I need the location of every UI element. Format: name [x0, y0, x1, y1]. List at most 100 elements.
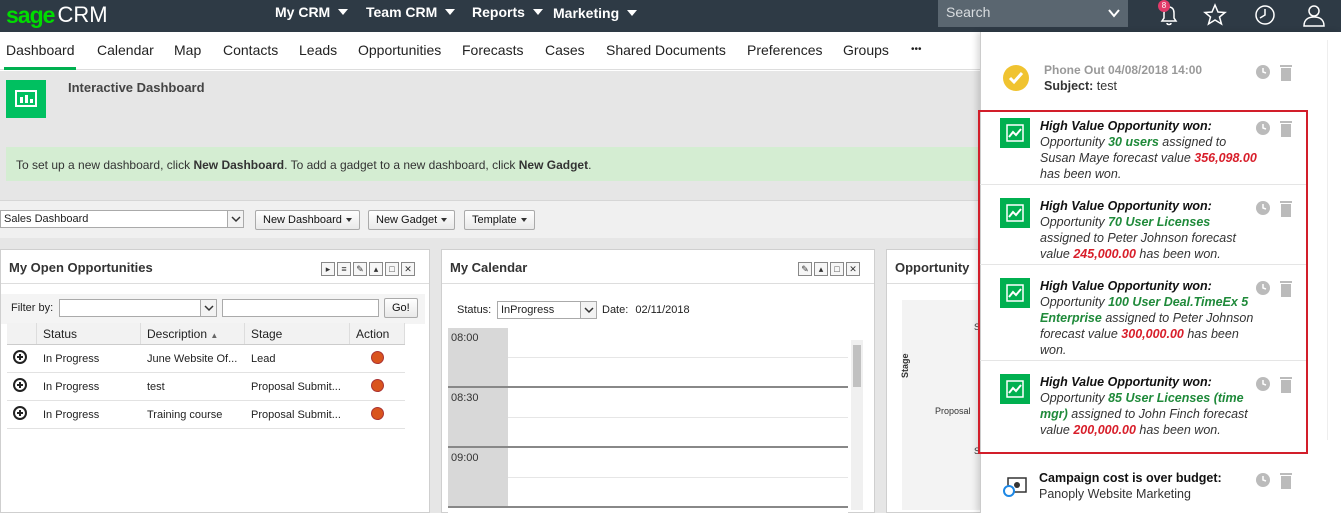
notification-opportunity-won[interactable]: High Value Opportunity won: Opportunity … — [980, 198, 1310, 262]
snooze-clock-icon[interactable] — [1255, 64, 1271, 80]
caret-down-icon — [520, 218, 527, 223]
go-button[interactable]: Go! — [384, 298, 418, 318]
opportunity-link[interactable]: 30 users — [1108, 135, 1159, 149]
menu-reports[interactable]: Reports — [472, 0, 543, 24]
trash-icon[interactable] — [1279, 472, 1293, 489]
new-dashboard-button[interactable]: New Dashboard — [255, 210, 360, 230]
add-icon[interactable] — [13, 378, 27, 392]
opportunity-link[interactable]: 70 User Licenses — [1108, 215, 1210, 229]
tab-calendar[interactable]: Calendar — [97, 42, 154, 58]
table-row[interactable]: In Progress Training course Proposal Sub… — [7, 401, 405, 429]
column-status[interactable]: Status — [37, 323, 141, 344]
edit-icon[interactable]: ✎ — [798, 262, 812, 276]
menu-team-crm[interactable]: Team CRM — [366, 0, 456, 24]
new-gadget-button[interactable]: New Gadget — [368, 210, 456, 230]
status-label: Status: — [457, 304, 492, 316]
edit-icon[interactable]: ✎ — [353, 262, 367, 276]
dashboard-select[interactable]: Sales Dashboard — [0, 210, 244, 228]
add-icon[interactable] — [13, 406, 27, 420]
info-text-3: . — [588, 158, 592, 172]
table-row[interactable]: In Progress June Website Of... Lead — [7, 345, 405, 373]
notification-phone[interactable]: Phone Out 04/08/2018 14:00 Subject: test — [980, 62, 1310, 106]
notifications-scrollbar[interactable] — [1327, 40, 1337, 440]
snooze-clock-icon[interactable] — [1255, 120, 1271, 136]
tab-shared-documents[interactable]: Shared Documents — [606, 42, 726, 58]
maximize-icon[interactable]: □ — [385, 262, 399, 276]
table-row[interactable]: In Progress test Proposal Submit... — [7, 373, 405, 401]
action-dot-icon[interactable] — [371, 350, 384, 364]
collapse-icon[interactable]: ▴ — [369, 262, 383, 276]
body-text: Opportunity — [1040, 215, 1109, 229]
tab-dashboard[interactable]: Dashboard — [6, 42, 75, 58]
close-icon[interactable]: ✕ — [846, 262, 860, 276]
search-input[interactable]: Search — [938, 0, 1128, 27]
star-icon[interactable] — [1202, 2, 1228, 28]
tab-opportunities[interactable]: Opportunities — [358, 42, 441, 58]
snooze-clock-icon[interactable] — [1255, 200, 1271, 216]
close-icon[interactable]: ✕ — [401, 262, 415, 276]
trend-up-icon — [1000, 118, 1030, 148]
template-button[interactable]: Template — [464, 210, 535, 230]
trash-icon[interactable] — [1279, 200, 1293, 217]
phone-title-line: Phone Out 04/08/2018 14:00 — [1044, 62, 1264, 78]
user-icon[interactable] — [1301, 2, 1327, 28]
notification-opportunity-won[interactable]: High Value Opportunity won: Opportunity … — [980, 278, 1310, 358]
chevron-down-icon[interactable] — [1108, 7, 1120, 19]
calendar-scrollbar[interactable] — [851, 340, 863, 510]
phone-subject-label: Subject: — [1044, 79, 1094, 93]
row-status: In Progress — [43, 352, 100, 365]
snooze-clock-icon[interactable] — [1255, 472, 1271, 488]
trash-icon[interactable] — [1279, 120, 1293, 137]
menu-my-crm-label: My CRM — [275, 4, 331, 20]
chevron-down-icon[interactable] — [580, 302, 596, 318]
tab-cases[interactable]: Cases — [545, 42, 585, 58]
tab-forecasts[interactable]: Forecasts — [462, 42, 523, 58]
filter-select[interactable] — [59, 299, 217, 317]
snooze-clock-icon[interactable] — [1255, 280, 1271, 296]
tab-map[interactable]: Map — [174, 42, 201, 58]
notification-opportunity-won[interactable]: High Value Opportunity won: Opportunity … — [980, 118, 1310, 182]
notification-opportunity-won[interactable]: High Value Opportunity won: Opportunity … — [980, 374, 1310, 454]
column-stage[interactable]: Stage — [245, 323, 350, 344]
menu-marketing[interactable]: Marketing — [553, 1, 638, 25]
tab-contacts[interactable]: Contacts — [223, 42, 278, 58]
add-icon[interactable] — [13, 350, 27, 364]
trash-icon[interactable] — [1279, 280, 1293, 297]
clock-icon[interactable] — [1252, 2, 1278, 28]
more-tabs-icon[interactable]: ••• — [911, 44, 922, 55]
caret-down-icon — [345, 218, 352, 223]
snooze-clock-icon[interactable] — [1255, 376, 1271, 392]
tab-leads[interactable]: Leads — [299, 42, 337, 58]
action-dot-icon[interactable] — [371, 406, 384, 420]
action-dot-icon[interactable] — [371, 378, 384, 392]
open-opportunities-gadget: My Open Opportunities ▸ ≡ ✎ ▴ □ ✕ Filter… — [0, 249, 430, 513]
row-stage: Proposal Submit... — [251, 408, 341, 421]
column-description[interactable]: Description ▲ — [141, 323, 245, 344]
row-description[interactable]: test — [141, 377, 245, 397]
chevron-down-icon[interactable] — [200, 300, 216, 316]
calendar-grid[interactable]: 08:00 08:30 09:00 — [448, 328, 848, 513]
status-select[interactable]: InProgress — [497, 301, 597, 319]
play-icon[interactable]: ▸ — [321, 262, 335, 276]
forecast-value: 245,000.00 — [1073, 247, 1136, 261]
tab-groups[interactable]: Groups — [843, 42, 889, 58]
tab-preferences[interactable]: Preferences — [747, 42, 822, 58]
info-text-1: To set up a new dashboard, click — [16, 158, 194, 172]
maximize-icon[interactable]: □ — [830, 262, 844, 276]
collapse-icon[interactable]: ▴ — [814, 262, 828, 276]
chevron-down-icon[interactable] — [227, 211, 243, 227]
sage-crm-logo[interactable]: sage CRM — [6, 0, 108, 30]
row-status: In Progress — [43, 408, 100, 421]
row-description[interactable]: June Website Of... — [141, 349, 245, 369]
trash-icon[interactable] — [1279, 376, 1293, 393]
filter-text-input[interactable] — [222, 299, 379, 317]
menu-my-crm[interactable]: My CRM — [275, 0, 349, 24]
list-icon[interactable]: ≡ — [337, 262, 351, 276]
caret-down-icon — [338, 9, 349, 15]
notification-heading: High Value Opportunity won: — [1040, 119, 1212, 133]
row-description[interactable]: Training course — [141, 405, 245, 425]
notification-campaign[interactable]: Campaign cost is over budget: Panoply We… — [980, 470, 1310, 510]
trash-icon[interactable] — [1279, 64, 1293, 81]
scrollbar-thumb[interactable] — [853, 345, 861, 387]
forecast-value: 356,098.00 — [1194, 151, 1257, 165]
